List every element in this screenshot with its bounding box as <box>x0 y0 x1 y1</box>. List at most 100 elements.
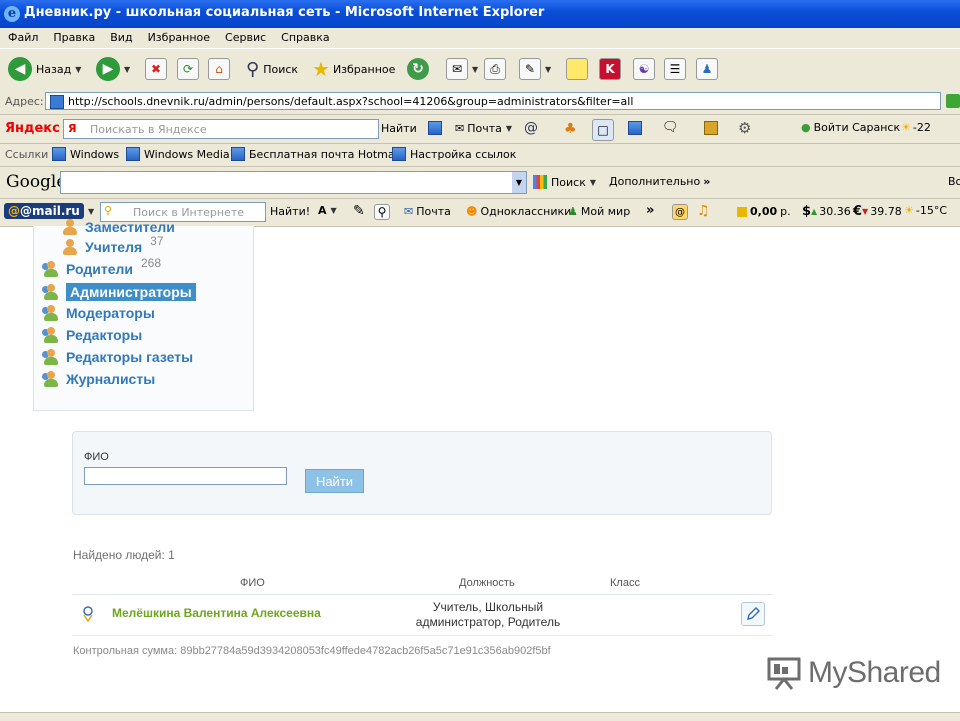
speech-bubble-icon[interactable]: 🗨 <box>662 120 679 135</box>
link-hotmail[interactable]: Бесплатная почта Hotmail <box>231 147 401 161</box>
home-icon: ⌂ <box>208 58 230 80</box>
mailru-ok-button[interactable]: ☻ Одноклассники <box>466 205 571 218</box>
column-header-position[interactable]: Должность <box>459 577 515 589</box>
at-icon[interactable]: @ <box>524 120 538 136</box>
fox-icon[interactable]: ♣ <box>564 121 577 137</box>
column-header-class[interactable]: Класс <box>610 577 640 589</box>
google-more-button[interactable]: Дополнительно » <box>609 175 710 188</box>
mailru-weather[interactable]: ☀ -15°C <box>904 204 947 217</box>
results-count: Найдено людей: 1 <box>73 548 175 562</box>
mailru-logo[interactable]: @ @mail.ru <box>4 203 84 219</box>
yandex-square-icon[interactable] <box>428 121 446 135</box>
translate-icon[interactable] <box>628 121 646 135</box>
yandex-brand[interactable]: Яндекс ▼ <box>5 121 70 136</box>
mailru-menu-dropdown[interactable]: ▼ <box>84 207 94 216</box>
sidebar-item-journalists[interactable]: Журналисты <box>42 371 155 387</box>
fio-search-input[interactable] <box>84 467 287 485</box>
sidebar-item-editors[interactable]: Редакторы <box>42 327 142 343</box>
sidebar-item-teachers[interactable]: Учителя 37 <box>61 234 164 255</box>
address-input[interactable]: http://schools.dnevnik.ru/admin/persons/… <box>45 92 941 110</box>
yandex-login-button[interactable]: ● Войти Саранск <box>801 121 900 134</box>
mailru-world-button[interactable]: ♟ Мой мир <box>568 205 630 218</box>
menu-tools[interactable]: Сервис <box>217 28 273 44</box>
edit-page-icon: ✎ <box>519 58 541 80</box>
mailru-mail-button[interactable]: ✉ Почта <box>404 205 451 218</box>
zoom-icon[interactable]: ⚲ <box>374 204 390 220</box>
yandex-find-button[interactable]: Найти <box>381 122 417 135</box>
menu-edit[interactable]: Правка <box>45 28 102 44</box>
yandex-search-input[interactable]: Я Поискать в Яндексе <box>63 119 379 139</box>
research-button[interactable]: ☰ <box>664 57 686 81</box>
chevron-down-icon[interactable]: ▼ <box>512 172 526 193</box>
window-title: Дневник.ру - школьная социальная сеть - … <box>24 5 545 20</box>
search-button[interactable]: ⚲ Поиск <box>246 57 298 81</box>
highlight-icon[interactable]: ✎ <box>353 203 365 219</box>
history-button[interactable]: ↻ <box>407 57 429 81</box>
book-icon[interactable] <box>704 121 722 135</box>
at-icon[interactable]: @ <box>672 204 688 220</box>
double-chevron-icon[interactable]: » <box>646 203 654 218</box>
person-name-link[interactable]: Мелёшкина Валентина Алексеевна <box>112 606 321 620</box>
google-search-input[interactable]: ▼ <box>60 171 527 194</box>
favorites-button[interactable]: ★ Избранное <box>312 57 395 81</box>
edit-button[interactable]: ✎ ▼ <box>519 57 551 81</box>
link-windows-media[interactable]: Windows Media <box>126 147 230 161</box>
mailru-find-button[interactable]: Найти! <box>270 205 310 218</box>
people-group-icon <box>42 261 60 277</box>
dnevnik-user-icon <box>83 606 93 623</box>
menu-favorites[interactable]: Избранное <box>140 28 217 44</box>
text-size-button[interactable]: A ▼ <box>318 204 337 217</box>
column-header-name[interactable]: ФИО <box>240 577 265 589</box>
notes-button[interactable] <box>566 57 588 81</box>
refresh-button[interactable]: ⟳ <box>177 57 199 81</box>
sidebar-item-parents[interactable]: Родители 268 <box>42 256 161 277</box>
link-windows[interactable]: Windows <box>52 147 119 161</box>
my-world-icon: ♟ <box>568 205 578 218</box>
contacts-button[interactable]: ♟ <box>696 57 718 81</box>
google-search-button[interactable]: Поиск ▼ <box>533 175 596 189</box>
forward-button[interactable]: ▶ ▼ <box>96 57 130 81</box>
menu-help[interactable]: Справка <box>273 28 336 44</box>
sidebar-item-deputies[interactable]: Заместители <box>61 219 175 235</box>
people-group-icon <box>42 284 60 300</box>
chevron-down-icon: ▼ <box>75 64 82 74</box>
key-icon: ● <box>801 121 811 134</box>
page-icon <box>50 95 64 109</box>
mailru-eur-rate[interactable]: € ▼ 39.78 <box>853 204 902 219</box>
mail-icon: ✉ <box>455 122 465 135</box>
sidebar-item-newspaper-editors[interactable]: Редакторы газеты <box>42 349 193 365</box>
back-button[interactable]: ◀ Назад ▼ <box>8 57 81 81</box>
mailru-brand: @mail.ru <box>20 204 80 218</box>
google-logo[interactable]: Google <box>6 172 66 192</box>
menu-file[interactable]: Файл <box>0 28 45 44</box>
person-search-panel: ФИО Найти <box>72 431 772 515</box>
home-button[interactable]: ⌂ <box>208 57 230 81</box>
tab-icon: □ <box>592 119 614 141</box>
yandex-tab-button[interactable]: □ <box>592 119 614 141</box>
music-icon[interactable]: ♫ <box>697 203 710 219</box>
go-icon[interactable] <box>946 94 960 108</box>
sidebar-item-moderators[interactable]: Модераторы <box>42 305 155 321</box>
mail-button[interactable]: ✉ ▼ <box>446 57 478 81</box>
kaspersky-button[interactable]: K <box>599 57 621 81</box>
chevron-down-icon: ▼ <box>88 207 95 216</box>
ie-logo-icon: e <box>4 6 20 22</box>
yandex-weather[interactable]: ☀ -22 <box>901 121 931 134</box>
parents-count: 268 <box>141 256 162 270</box>
stop-button[interactable]: ✖ <box>145 57 167 81</box>
menu-view[interactable]: Вид <box>102 28 139 44</box>
sidebar-item-administrators[interactable]: Администраторы <box>42 283 196 301</box>
mailru-usd-rate[interactable]: $ ▲ 30.36 <box>802 204 851 219</box>
messenger-button[interactable]: ☯ <box>633 57 655 81</box>
find-button[interactable]: Найти <box>305 469 364 493</box>
odnoklassniki-icon: ☻ <box>466 205 478 218</box>
edit-person-button[interactable] <box>741 602 765 626</box>
google-toolbar: Google ▼ Поиск ▼ Дополнительно » Во <box>0 167 960 199</box>
print-button[interactable]: ⎙ <box>484 57 506 81</box>
mailru-money[interactable]: 0,00 р. <box>737 205 791 218</box>
link-customize[interactable]: Настройка ссылок <box>392 147 516 161</box>
google-extra[interactable]: Во <box>948 175 960 188</box>
person-icon <box>61 239 79 255</box>
yandex-mail-button[interactable]: ✉ Почта ▼ <box>455 122 512 135</box>
gear-icon[interactable]: ⚙ <box>738 119 751 137</box>
